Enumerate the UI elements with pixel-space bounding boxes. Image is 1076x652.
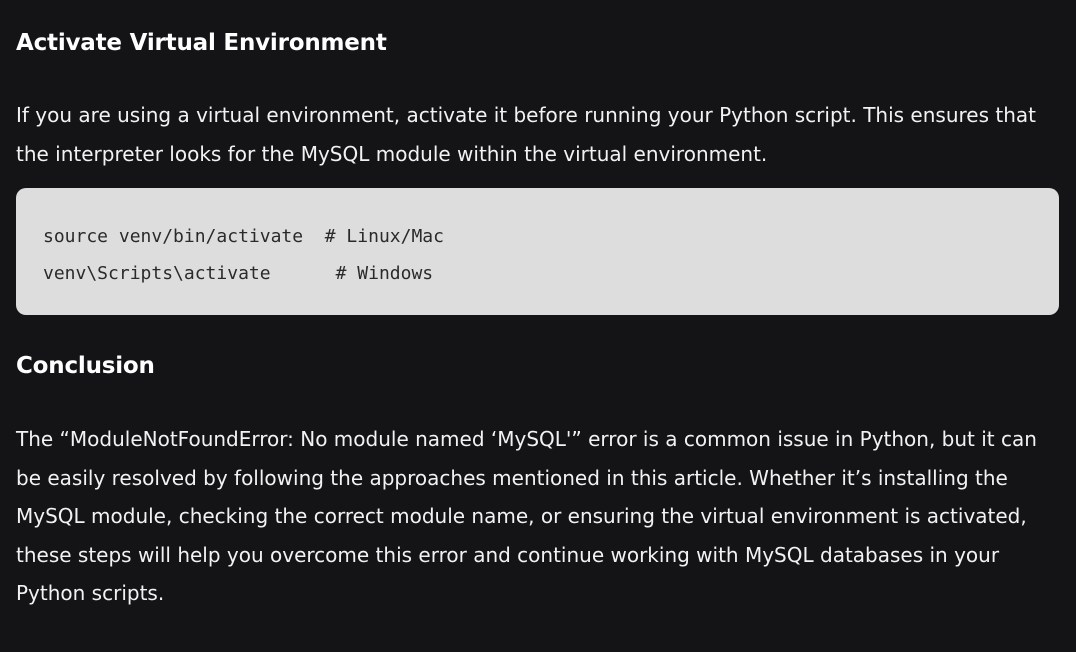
article-content: Activate Virtual Environment If you are … [0, 0, 1076, 652]
section-heading-conclusion: Conclusion [16, 353, 155, 379]
code-content[interactable]: source venv/bin/activate # Linux/Mac ven… [43, 218, 1032, 292]
section-heading-activate-virtual-environment: Activate Virtual Environment [16, 30, 387, 56]
code-block[interactable]: source venv/bin/activate # Linux/Mac ven… [16, 188, 1059, 315]
code-line: venv\Scripts\activate # Windows [43, 263, 434, 284]
section-paragraph-conclusion: The “ModuleNotFoundError: No module name… [16, 427, 1037, 605]
section-paragraph-activate: If you are using a virtual environment, … [16, 103, 1036, 166]
code-line: source venv/bin/activate # Linux/Mac [43, 226, 444, 247]
